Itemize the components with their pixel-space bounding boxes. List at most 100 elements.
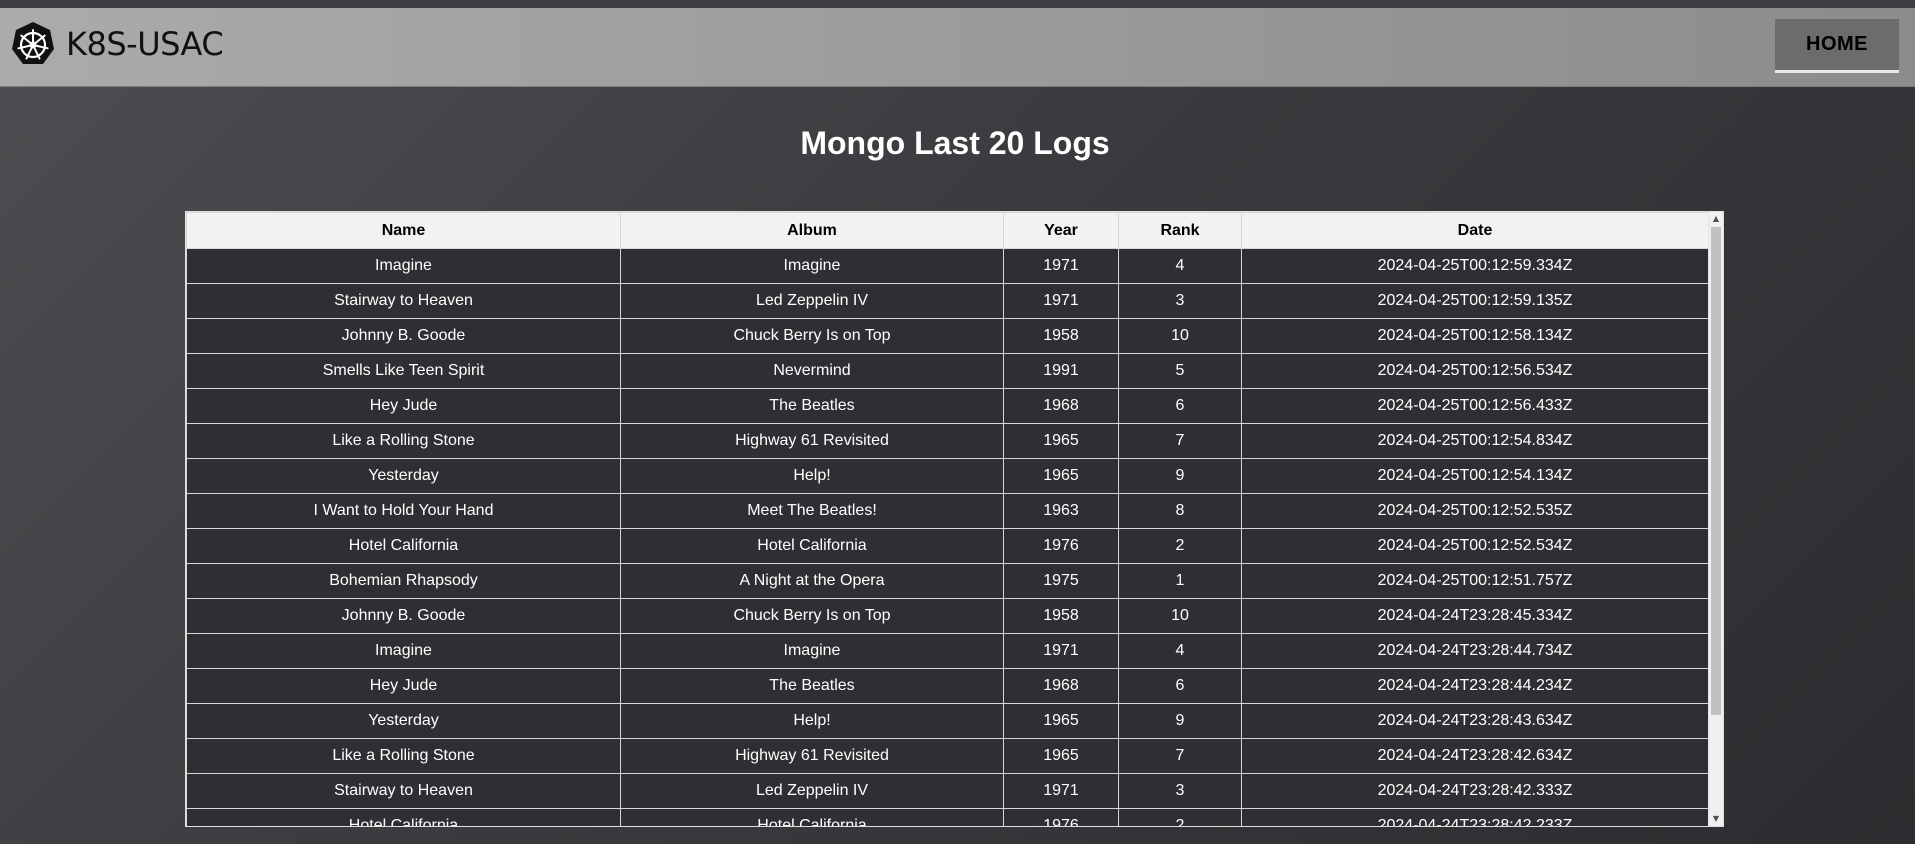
cell-year: 1968: [1003, 388, 1119, 424]
cell-year: 1963: [1003, 493, 1119, 529]
cell-date: 2024-04-24T23:28:44.734Z: [1241, 633, 1708, 669]
cell-album: Imagine: [620, 248, 1004, 284]
cell-album: Help!: [620, 703, 1004, 739]
home-button[interactable]: HOME: [1775, 19, 1899, 73]
table-row: I Want to Hold Your Hand Meet The Beatles…: [186, 493, 1708, 529]
column-header-rank: Rank: [1118, 212, 1242, 249]
arrow-up-icon[interactable]: ▲: [1709, 212, 1723, 226]
brand[interactable]: K8S-USAC: [10, 20, 224, 68]
cell-name: Hotel California: [186, 528, 621, 564]
cell-album: Help!: [620, 458, 1004, 494]
cell-album: A Night at the Opera: [620, 563, 1004, 599]
column-header-album: Album: [620, 212, 1004, 249]
cell-rank: 2: [1118, 528, 1242, 564]
table-row: Yesterday Help! 1965 9 2024-04-25T00:12:54.1…: [186, 458, 1708, 494]
cell-name: Hotel California: [186, 808, 621, 826]
table-row: Imagine Imagine 1971 4 2024-04-25T00:12:59.3…: [186, 248, 1708, 284]
cell-year: 1975: [1003, 563, 1119, 599]
cell-year: 1971: [1003, 248, 1119, 284]
cell-album: The Beatles: [620, 388, 1004, 424]
cell-name: Stairway to Heaven: [186, 283, 621, 319]
cell-album: Hotel California: [620, 808, 1004, 826]
arrow-down-icon[interactable]: ▼: [1709, 812, 1723, 826]
cell-rank: 4: [1118, 248, 1242, 284]
cell-year: 1971: [1003, 773, 1119, 809]
cell-name: Johnny B. Goode: [186, 598, 621, 634]
cell-name: Yesterday: [186, 458, 621, 494]
page-title: Mongo Last 20 Logs: [800, 125, 1110, 161]
cell-date: 2024-04-25T00:12:54.834Z: [1241, 423, 1708, 459]
logs-table: Name Album Year Rank Date Imagine Imagine…: [186, 212, 1708, 826]
cell-album: Imagine: [620, 633, 1004, 669]
cell-name: Imagine: [186, 633, 621, 669]
table-row: Stairway to Heaven Led Zeppelin IV 1971 3 20…: [186, 283, 1708, 319]
navbar: K8S-USAC HOME: [0, 8, 1915, 87]
logs-table-viewport: Name Album Year Rank Date Imagine Imagine…: [186, 212, 1708, 826]
cell-year: 1965: [1003, 703, 1119, 739]
cell-date: 2024-04-25T00:12:58.134Z: [1241, 318, 1708, 354]
cell-rank: 4: [1118, 633, 1242, 669]
cell-rank: 10: [1118, 318, 1242, 354]
cell-album: Chuck Berry Is on Top: [620, 598, 1004, 634]
cell-album: Led Zeppelin IV: [620, 283, 1004, 319]
table-row: Hotel California Hotel California 1976 2 202…: [186, 808, 1708, 826]
cell-rank: 2: [1118, 808, 1242, 826]
kubernetes-helm-icon: [12, 22, 54, 64]
cell-year: 1971: [1003, 633, 1119, 669]
cell-name: I Want to Hold Your Hand: [186, 493, 621, 529]
cell-year: 1976: [1003, 808, 1119, 826]
cell-name: Like a Rolling Stone: [186, 738, 621, 774]
table-row: Hey Jude The Beatles 1968 6 2024-04-25T00:12…: [186, 388, 1708, 424]
logs-table-container[interactable]: Name Album Year Rank Date Imagine Imagine…: [185, 211, 1724, 827]
cell-name: Hey Jude: [186, 388, 621, 424]
table-row: Like a Rolling Stone Highway 61 Revisited…: [186, 738, 1708, 774]
window-top-strip: [0, 0, 1915, 8]
cell-album: Highway 61 Revisited: [620, 738, 1004, 774]
cell-rank: 3: [1118, 773, 1242, 809]
table-row: Hey Jude The Beatles 1968 6 2024-04-24T23:28…: [186, 668, 1708, 704]
table-row: Smells Like Teen Spirit Nevermind 1991 5 202…: [186, 353, 1708, 389]
cell-date: 2024-04-25T00:12:52.534Z: [1241, 528, 1708, 564]
cell-rank: 6: [1118, 668, 1242, 704]
cell-name: Smells Like Teen Spirit: [186, 353, 621, 389]
brand-name: K8S-USAC: [66, 25, 224, 63]
cell-name: Imagine: [186, 248, 621, 284]
cell-rank: 1: [1118, 563, 1242, 599]
cell-date: 2024-04-25T00:12:54.134Z: [1241, 458, 1708, 494]
scrollbar-thumb[interactable]: [1711, 227, 1721, 715]
cell-date: 2024-04-25T00:12:52.535Z: [1241, 493, 1708, 529]
cell-date: 2024-04-24T23:28:42.233Z: [1241, 808, 1708, 826]
cell-name: Stairway to Heaven: [186, 773, 621, 809]
cell-year: 1976: [1003, 528, 1119, 564]
cell-album: Nevermind: [620, 353, 1004, 389]
cell-year: 1965: [1003, 423, 1119, 459]
cell-year: 1991: [1003, 353, 1119, 389]
column-header-date: Date: [1241, 212, 1708, 249]
table-body: Imagine Imagine 1971 4 2024-04-25T00:12:59.3…: [186, 248, 1708, 826]
cell-date: 2024-04-24T23:28:43.634Z: [1241, 703, 1708, 739]
cell-date: 2024-04-24T23:28:42.333Z: [1241, 773, 1708, 809]
cell-rank: 9: [1118, 458, 1242, 494]
table-row: Stairway to Heaven Led Zeppelin IV 1971 3 20…: [186, 773, 1708, 809]
table-row: Johnny B. Goode Chuck Berry Is on Top 1958…: [186, 318, 1708, 354]
cell-year: 1958: [1003, 318, 1119, 354]
cell-rank: 6: [1118, 388, 1242, 424]
column-header-year: Year: [1003, 212, 1119, 249]
table-row: Like a Rolling Stone Highway 61 Revisited…: [186, 423, 1708, 459]
table-row: Imagine Imagine 1971 4 2024-04-24T23:28:44.7…: [186, 633, 1708, 669]
cell-rank: 8: [1118, 493, 1242, 529]
cell-year: 1971: [1003, 283, 1119, 319]
cell-year: 1965: [1003, 458, 1119, 494]
cell-name: Bohemian Rhapsody: [186, 563, 621, 599]
cell-album: Highway 61 Revisited: [620, 423, 1004, 459]
table-row: Bohemian Rhapsody A Night at the Opera 197…: [186, 563, 1708, 599]
cell-rank: 7: [1118, 423, 1242, 459]
cell-name: Yesterday: [186, 703, 621, 739]
cell-year: 1968: [1003, 668, 1119, 704]
cell-album: Led Zeppelin IV: [620, 773, 1004, 809]
cell-date: 2024-04-24T23:28:42.634Z: [1241, 738, 1708, 774]
cell-date: 2024-04-25T00:12:59.135Z: [1241, 283, 1708, 319]
cell-name: Like a Rolling Stone: [186, 423, 621, 459]
table-scrollbar[interactable]: ▲ ▼: [1708, 212, 1723, 826]
cell-album: Meet The Beatles!: [620, 493, 1004, 529]
